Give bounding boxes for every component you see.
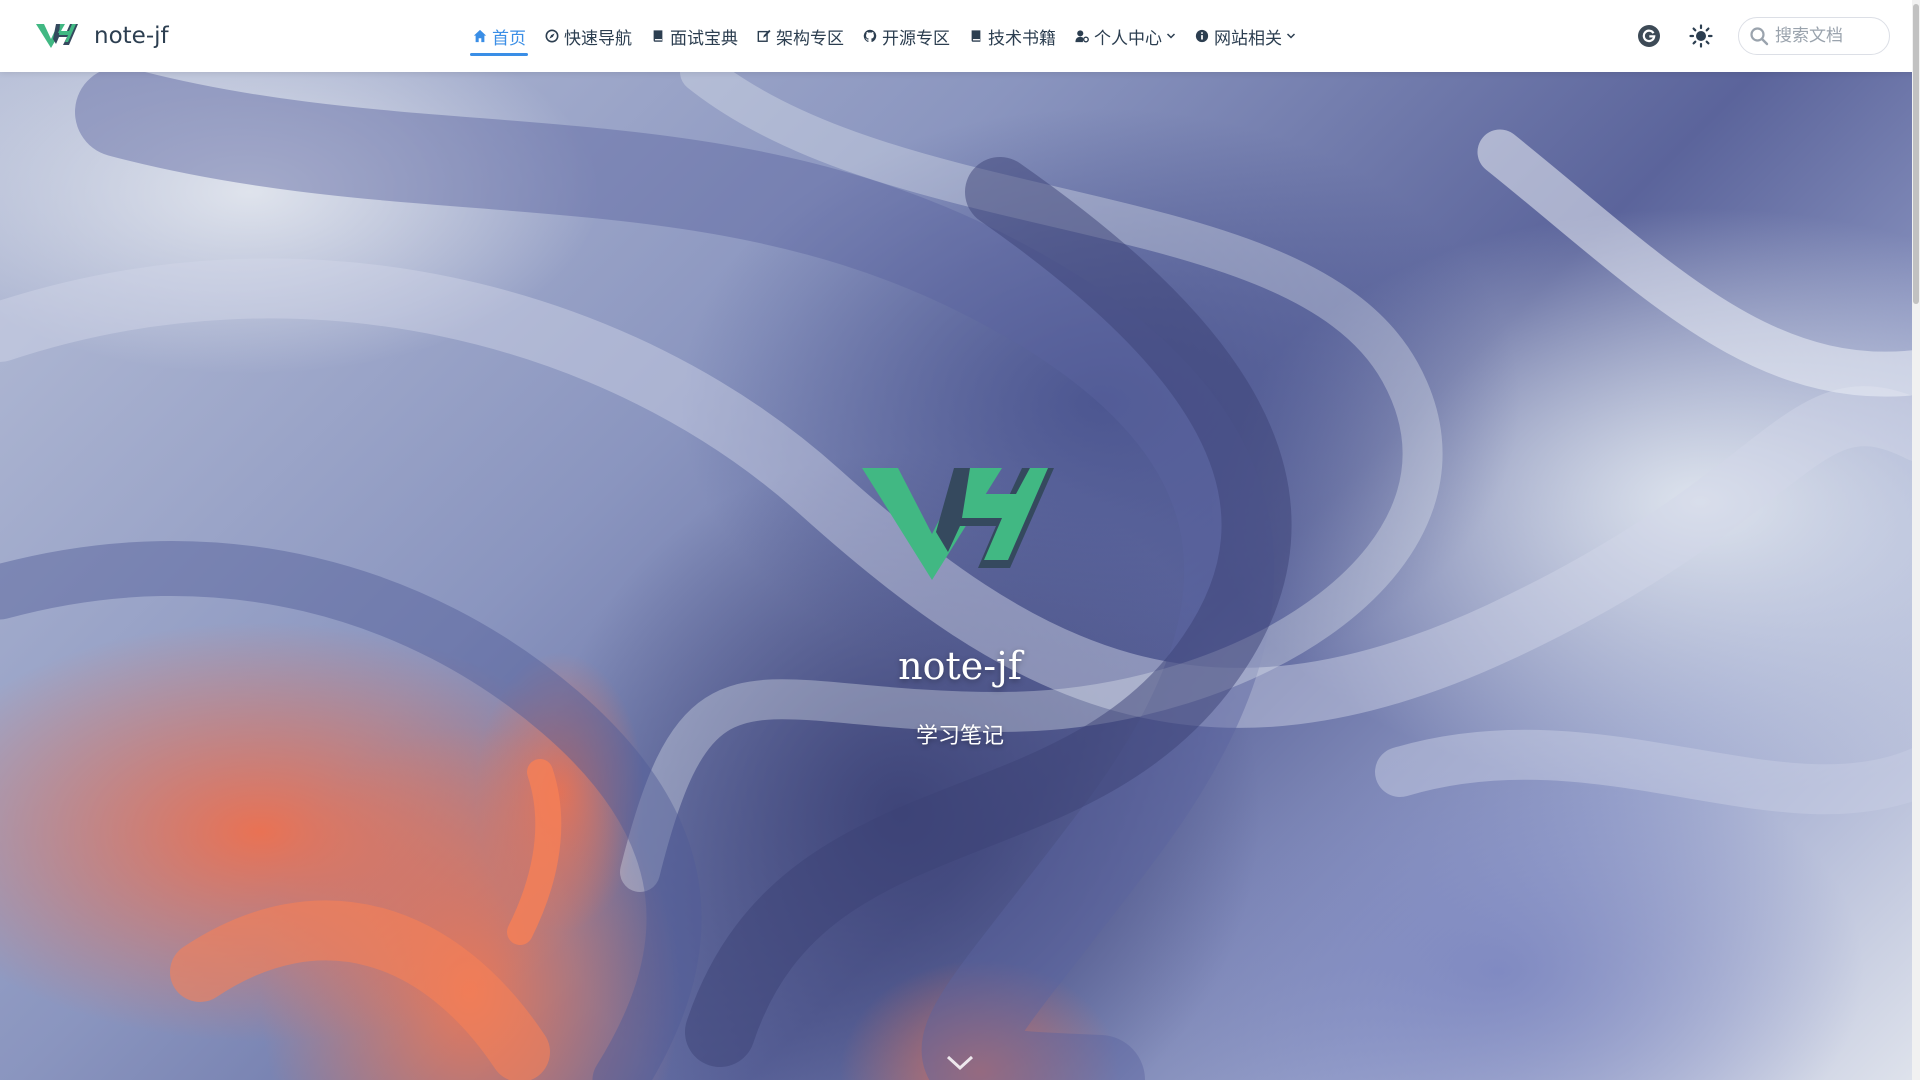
nav-item-site-related[interactable]: 网站相关	[1194, 0, 1296, 72]
search-box[interactable]	[1738, 17, 1890, 55]
compass-icon	[544, 28, 560, 44]
home-icon	[472, 28, 488, 44]
user-gear-icon	[1074, 28, 1090, 44]
theme-toggle-button[interactable]	[1686, 21, 1716, 51]
nav-item-label: 个人中心	[1094, 28, 1162, 49]
nav-item-tech-books[interactable]: 技术书籍	[968, 0, 1056, 72]
scrollbar-thumb[interactable]	[1913, 4, 1919, 304]
vh-logo	[862, 468, 1054, 580]
translate-button[interactable]	[1634, 21, 1664, 51]
nav-item-label: 技术书籍	[988, 28, 1056, 49]
nav-item-label: 快速导航	[564, 28, 632, 49]
book-icon	[968, 28, 984, 44]
nav-links: 首页 快速导航 面试宝典 架构专区 开源专区 技术书籍 个人中心 网站相关	[470, 0, 1314, 72]
nav-item-open-source[interactable]: 开源专区	[862, 0, 950, 72]
edit-icon	[756, 28, 772, 44]
search-input[interactable]	[1775, 26, 1875, 46]
info-icon	[1194, 28, 1210, 44]
nav-item-label: 架构专区	[776, 28, 844, 49]
page-scrollbar[interactable]	[1912, 0, 1920, 1080]
nav-item-interview[interactable]: 面试宝典	[650, 0, 738, 72]
search-icon	[1750, 27, 1769, 46]
nav-item-quick-nav[interactable]: 快速导航	[544, 0, 632, 72]
hero-title: note-jf	[898, 644, 1022, 688]
sun-icon	[1689, 24, 1713, 48]
chevron-down-icon[interactable]	[945, 1052, 975, 1074]
nav-item-label: 首页	[492, 28, 526, 49]
hero-subtitle: 学习笔记	[915, 724, 1004, 749]
nav-right-tools	[1634, 0, 1890, 72]
nav-item-label: 面试宝典	[670, 28, 738, 49]
nav-item-label: 网站相关	[1214, 28, 1282, 49]
top-navbar: note-jf 首页 快速导航 面试宝典 架构专区 开源专区 技术书籍 个人中心…	[0, 0, 1920, 72]
chevron-down-icon	[1166, 31, 1176, 41]
chevron-down-icon	[1286, 31, 1296, 41]
nav-item-architecture[interactable]: 架构专区	[756, 0, 844, 72]
nav-item-home[interactable]: 首页	[470, 0, 528, 72]
hero-banner: note-jf 学习笔记	[0, 72, 1920, 1080]
g-translate-icon	[1638, 25, 1660, 47]
vh-logo	[36, 24, 78, 48]
brand-link[interactable]: note-jf	[36, 0, 169, 72]
nav-item-label: 开源专区	[882, 28, 950, 49]
book-icon	[650, 28, 666, 44]
nav-item-personal-center[interactable]: 个人中心	[1074, 0, 1176, 72]
github-icon	[862, 28, 878, 44]
brand-title: note-jf	[94, 23, 169, 49]
